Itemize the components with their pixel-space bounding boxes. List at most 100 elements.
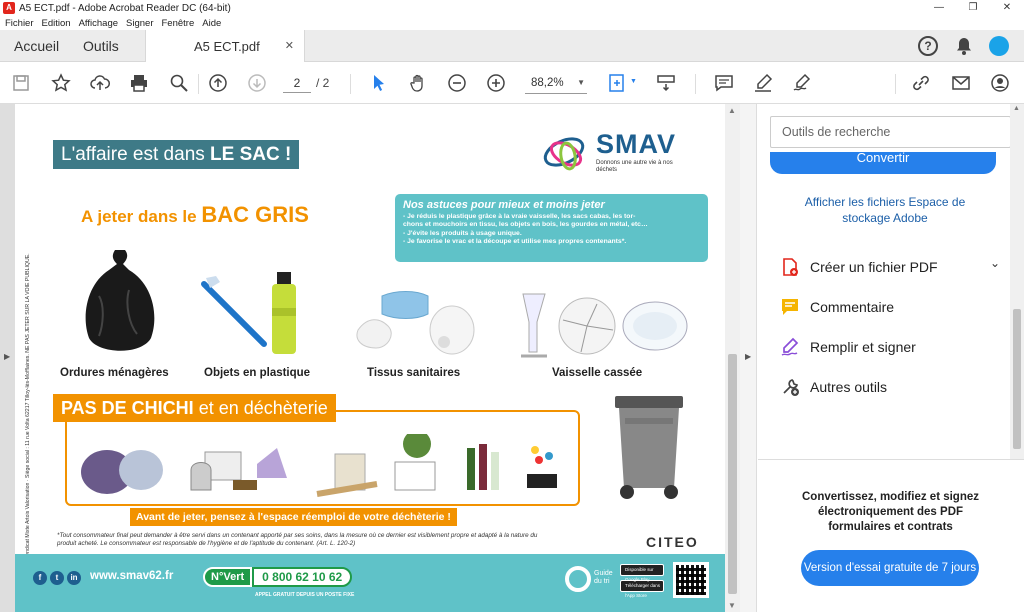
- window-controls: — ❐ ✕: [922, 0, 1024, 16]
- zoom-out-icon[interactable]: [446, 72, 468, 94]
- sign-icon[interactable]: [791, 72, 813, 94]
- avatar[interactable]: [989, 36, 1009, 56]
- google-play-badge: Disponible sur Google Play: [620, 564, 664, 582]
- store-badges: Disponible sur Google Play Télécharger d…: [620, 564, 664, 598]
- chevron-down-icon[interactable]: ⌄: [990, 256, 1000, 270]
- menu-edition[interactable]: Edition: [42, 18, 71, 29]
- title-bold: LE SAC !: [210, 144, 292, 165]
- numero-vert: N°Vert 0 800 62 10 62: [203, 566, 353, 587]
- toothbrush-image: [201, 276, 267, 347]
- chichi-thin: et en déchèterie: [193, 398, 328, 418]
- comment-icon[interactable]: [713, 72, 735, 94]
- chevron-right-icon: ▶: [745, 352, 752, 361]
- fit-chevron-icon[interactable]: ▼: [630, 78, 637, 85]
- trash-bag-image: [85, 250, 155, 351]
- footnote: *Tout consommateur final peut demander à…: [57, 532, 538, 547]
- minimize-button[interactable]: —: [922, 0, 956, 16]
- tissues-image: [356, 291, 475, 355]
- bell-icon[interactable]: [954, 36, 974, 56]
- scroll-up-icon[interactable]: ▲: [1013, 105, 1020, 112]
- page-total: / 2: [316, 76, 330, 90]
- menu-fichier[interactable]: Fichier: [5, 18, 34, 29]
- free-trial-button[interactable]: Version d'essai gratuite de 7 jours: [801, 550, 979, 586]
- bac-prefix: A jeter dans le: [81, 207, 202, 226]
- tool-comment[interactable]: Commentaire: [780, 292, 1000, 322]
- right-panel-toggle[interactable]: ▶: [740, 104, 757, 612]
- website-text: www.smav62.fr: [90, 570, 174, 582]
- title-bar: A A5 ECT.pdf - Adobe Acrobat Reader DC (…: [0, 0, 1024, 16]
- tool-label: Commentaire: [810, 299, 895, 315]
- numero-vert-badge: N°Vert: [203, 566, 253, 587]
- highlight-pen-icon[interactable]: [752, 72, 774, 94]
- logo-word: SMAV: [596, 129, 677, 159]
- tab-document-label: A5 ECT.pdf: [194, 39, 260, 54]
- title-thin: L'affaire est dans: [61, 144, 211, 165]
- tool-label: Remplir et signer: [810, 339, 916, 355]
- tool-label: Autres outils: [810, 379, 888, 395]
- previous-page-icon[interactable]: [207, 72, 229, 94]
- app-store-badge: Télécharger dans l'App Store: [620, 580, 664, 598]
- zoom-in-icon[interactable]: [485, 72, 507, 94]
- tool-create-pdf[interactable]: Créer un fichier PDF ⌄: [780, 252, 1000, 282]
- hand-tool-icon[interactable]: [407, 72, 429, 94]
- search-zoom-icon[interactable]: [168, 72, 190, 94]
- facebook-icon: f: [33, 571, 47, 585]
- save-icon[interactable]: [10, 72, 32, 94]
- menu-signer[interactable]: Signer: [126, 18, 153, 29]
- add-user-icon[interactable]: [989, 72, 1011, 94]
- tab-document[interactable]: A5 ECT.pdf ✕: [145, 30, 305, 63]
- storage-link[interactable]: Afficher les fichiers Espace de stockage…: [780, 194, 990, 226]
- astuces-line: chons et mouchoirs en tissu, les objets …: [403, 221, 648, 229]
- menu-affichage[interactable]: Affichage: [79, 18, 118, 29]
- fit-page-icon[interactable]: [606, 72, 628, 94]
- star-icon[interactable]: [50, 72, 72, 94]
- share-link-icon[interactable]: [910, 72, 932, 94]
- logo-tagline: Donnons une autre vie à nos déchets: [596, 160, 673, 173]
- help-icon[interactable]: ?: [918, 36, 938, 56]
- scroll-down-icon[interactable]: ▼: [728, 601, 736, 610]
- create-pdf-icon: [783, 258, 798, 276]
- reemploi-banner: Avant de jeter, pensez à l'espace réempl…: [130, 508, 457, 526]
- left-panel-toggle[interactable]: ▶: [0, 104, 15, 612]
- scroll-up-icon[interactable]: ▲: [728, 106, 736, 115]
- tool-more-tools[interactable]: Autres outils: [780, 372, 1000, 402]
- grey-bin-image: [615, 396, 683, 499]
- close-window-button[interactable]: ✕: [990, 0, 1024, 16]
- print-icon[interactable]: [128, 72, 150, 94]
- astuces-line: - J'évite les produits à usage unique.: [403, 229, 522, 237]
- upload-cloud-icon[interactable]: [89, 72, 111, 94]
- restore-button[interactable]: ❐: [956, 0, 990, 16]
- menu-fenetre[interactable]: Fenêtre: [162, 18, 195, 29]
- select-cursor-icon[interactable]: [368, 72, 390, 94]
- convertir-button[interactable]: Convertir: [770, 152, 996, 174]
- comment-tool-icon: [782, 299, 798, 315]
- scroll-mode-icon[interactable]: [655, 72, 677, 94]
- panel-scrollbar[interactable]: ▲: [1010, 104, 1024, 459]
- document-scrollbar[interactable]: ▲ ▼: [725, 104, 740, 612]
- smav-logo: SMAV Donnons une autre vie à nos déchets: [540, 126, 705, 184]
- tab-accueil[interactable]: Accueil: [14, 38, 59, 54]
- menu-aide[interactable]: Aide: [202, 18, 221, 29]
- acrobat-icon: A: [3, 2, 15, 14]
- citeo-logo: CITEO: [646, 534, 699, 550]
- toolbar: 2 / 2 88,2% ▼ ▼: [0, 62, 1024, 104]
- pdf-page: SMAV – Syndicat Mixte Artois Valorisatio…: [15, 104, 725, 612]
- tools-panel: Convertir Outils de recherche Afficher l…: [758, 104, 1024, 612]
- close-tab-icon[interactable]: ✕: [285, 39, 294, 52]
- broken-dishes-image: [521, 293, 688, 358]
- astuces-box: Nos astuces pour mieux et moins jeter - …: [395, 194, 708, 262]
- astuces-title: Nos astuces pour mieux et moins jeter: [403, 199, 605, 211]
- page-number-input[interactable]: 2: [283, 74, 311, 93]
- scrollbar-thumb[interactable]: [728, 354, 737, 594]
- guide-du-tri-logo: Guide du tri: [565, 562, 617, 604]
- linkedin-icon: in: [67, 571, 81, 585]
- panel-scrollbar-thumb[interactable]: [1013, 309, 1021, 449]
- zoom-select[interactable]: 88,2% ▼: [525, 74, 587, 94]
- fill-sign-icon: [781, 337, 799, 356]
- tab-row: Accueil Outils A5 ECT.pdf ✕ ?: [0, 30, 1024, 63]
- search-tools-input[interactable]: Outils de recherche: [770, 116, 1011, 148]
- next-page-icon[interactable]: [246, 72, 268, 94]
- tab-outils[interactable]: Outils: [83, 38, 119, 54]
- tool-fill-sign[interactable]: Remplir et signer: [780, 332, 1000, 362]
- mail-icon[interactable]: [950, 72, 972, 94]
